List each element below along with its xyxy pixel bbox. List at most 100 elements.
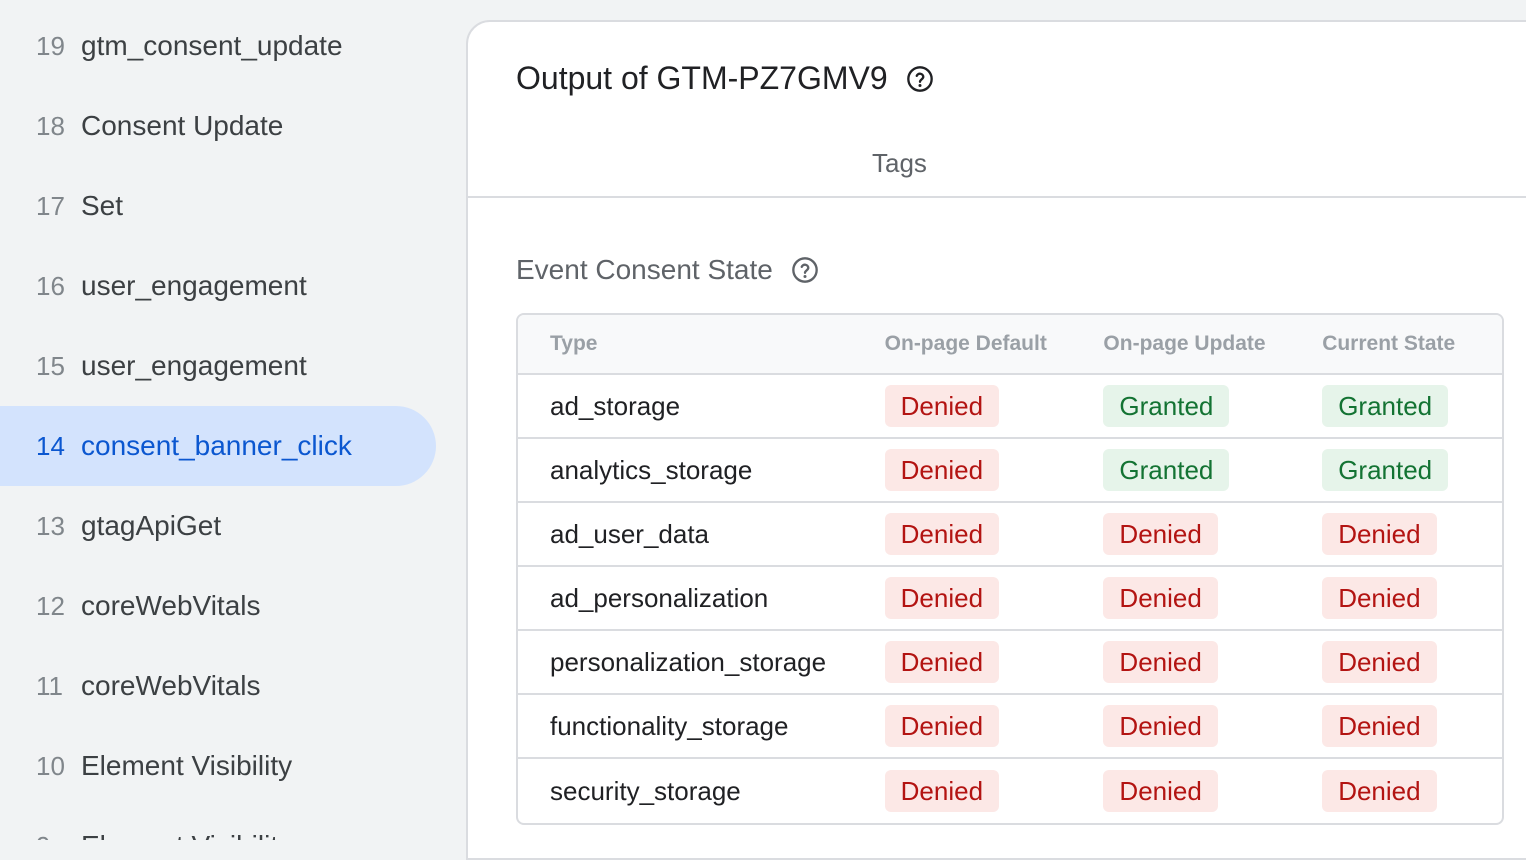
granted-badge: Granted <box>1322 385 1449 427</box>
event-number: 14 <box>36 430 65 461</box>
table-row: ad_user_data Denied Denied Denied <box>518 503 1502 567</box>
event-item[interactable]: 19 gtm_consent_update <box>0 6 436 86</box>
table-row: functionality_storage Denied Denied Denied <box>518 695 1502 759</box>
denied-badge: Denied <box>1103 641 1218 683</box>
consent-state-table: Type On-page Default On-page Update Curr… <box>516 313 1504 825</box>
event-item[interactable]: 11 coreWebVitals <box>0 646 436 726</box>
denied-badge: Denied <box>884 449 1000 491</box>
consent-state-cell: Denied <box>884 577 1104 619</box>
consent-state-cell: Denied <box>1322 705 1502 747</box>
consent-type-cell: security_storage <box>550 775 741 806</box>
table-header-row: Type On-page Default On-page Update Curr… <box>518 315 1502 375</box>
consent-state-cell: Denied <box>884 513 1104 555</box>
panel-title-text: Output of GTM-PZ7GMV9 <box>516 60 888 96</box>
event-number: 18 <box>36 110 65 141</box>
column-header: On-page Default <box>884 332 1047 355</box>
tab-tags[interactable]: Tags <box>872 148 927 179</box>
consent-state-cell: Granted <box>1322 449 1502 491</box>
event-name: Element Visibility <box>81 750 293 781</box>
consent-state-cell: Denied <box>1103 770 1322 812</box>
event-number: 10 <box>36 750 65 781</box>
denied-badge: Denied <box>1322 770 1437 812</box>
table-row: ad_storage Denied Granted Granted <box>518 375 1502 439</box>
event-number: 19 <box>36 30 65 61</box>
consent-state-cell: Denied <box>1322 577 1502 619</box>
event-item[interactable]: 18 Consent Update <box>0 86 436 166</box>
help-icon[interactable] <box>906 65 934 93</box>
event-number: 15 <box>36 350 65 381</box>
event-name: Set <box>81 190 124 221</box>
panel-title: Output of GTM-PZ7GMV9 <box>516 60 934 97</box>
consent-state-cell: Denied <box>1322 641 1502 683</box>
denied-badge: Denied <box>1322 641 1437 683</box>
event-item[interactable]: 16 user_engagement <box>0 246 436 326</box>
consent-state-cell: Denied <box>884 770 1104 812</box>
event-name: coreWebVitals <box>81 670 261 701</box>
consent-state-cell: Denied <box>1103 513 1322 555</box>
denied-badge: Denied <box>1103 513 1218 555</box>
denied-badge: Denied <box>1103 577 1218 619</box>
denied-badge: Denied <box>884 513 1000 555</box>
event-name: Consent Update <box>81 110 284 141</box>
table-row: security_storage Denied Denied Denied <box>518 759 1502 823</box>
column-header: Current State <box>1322 332 1456 355</box>
granted-badge: Granted <box>1322 449 1449 491</box>
denied-badge: Denied <box>884 577 1000 619</box>
consent-state-cell: Denied <box>1103 577 1322 619</box>
granted-badge: Granted <box>1103 385 1230 427</box>
event-name: coreWebVitals <box>81 590 261 621</box>
event-number: 17 <box>36 190 65 221</box>
consent-state-cell: Denied <box>1103 641 1322 683</box>
denied-badge: Denied <box>1103 705 1218 747</box>
event-name: gtagApiGet <box>81 510 222 541</box>
event-number: 12 <box>36 590 65 621</box>
event-item[interactable]: 9 Element Visibility <box>0 806 436 840</box>
denied-badge: Denied <box>884 770 1000 812</box>
table-row: personalization_storage Denied Denied Denie… <box>518 631 1502 695</box>
event-item[interactable]: 10 Element Visibility <box>0 726 436 806</box>
granted-badge: Granted <box>1103 449 1230 491</box>
event-name: user_engagement <box>81 270 307 301</box>
event-item-selected[interactable]: 14 consent_banner_click <box>0 406 436 486</box>
table-row: ad_personalization Denied Denied Denied <box>518 567 1502 631</box>
consent-state-cell: Granted <box>1103 385 1322 427</box>
table-row: analytics_storage Denied Granted Granted <box>518 439 1502 503</box>
consent-state-cell: Denied <box>884 449 1104 491</box>
section-title-text: Event Consent State <box>516 254 773 285</box>
table-body: ad_storage Denied Granted Granted analytics_… <box>518 375 1502 823</box>
denied-badge: Denied <box>884 385 1000 427</box>
consent-state-cell: Granted <box>1322 385 1502 427</box>
event-number: 9 <box>0 831 66 841</box>
output-panel: Output of GTM-PZ7GMV9 Tags Event Consent… <box>466 20 1526 860</box>
event-number: 11 <box>36 670 63 701</box>
denied-badge: Denied <box>1322 513 1437 555</box>
consent-state-cell: Denied <box>1322 513 1502 555</box>
column-header: On-page Update <box>1103 332 1266 355</box>
event-name: consent_banner_click <box>81 430 352 461</box>
help-icon[interactable] <box>791 256 819 284</box>
consent-state-cell: Denied <box>884 385 1104 427</box>
consent-type-cell: personalization_storage <box>550 646 827 677</box>
event-item[interactable]: 15 user_engagement <box>0 326 436 406</box>
consent-state-cell: Denied <box>884 641 1104 683</box>
consent-state-cell: Denied <box>884 705 1104 747</box>
section-title: Event Consent State <box>516 254 819 286</box>
column-header: Type <box>550 332 598 355</box>
event-item[interactable]: 12 coreWebVitals <box>0 566 436 646</box>
event-timeline-sidebar: 19 gtm_consent_update 18 Consent Update … <box>0 0 466 840</box>
denied-badge: Denied <box>1322 705 1437 747</box>
event-item[interactable]: 13 gtagApiGet <box>0 486 436 566</box>
tabs-bar: Tags <box>468 130 1526 198</box>
denied-badge: Denied <box>884 641 1000 683</box>
event-item[interactable]: 17 Set <box>0 166 436 246</box>
consent-state-cell: Denied <box>1322 770 1502 812</box>
denied-badge: Denied <box>1322 577 1437 619</box>
consent-type-cell: ad_personalization <box>550 582 769 613</box>
event-name: gtm_consent_update <box>81 30 343 61</box>
event-name: user_engagement <box>81 350 307 381</box>
event-number: 13 <box>36 510 65 541</box>
event-name: Element Visibility <box>66 830 292 840</box>
consent-type-cell: analytics_storage <box>550 454 753 485</box>
denied-badge: Denied <box>884 705 1000 747</box>
consent-state-cell: Denied <box>1103 705 1322 747</box>
